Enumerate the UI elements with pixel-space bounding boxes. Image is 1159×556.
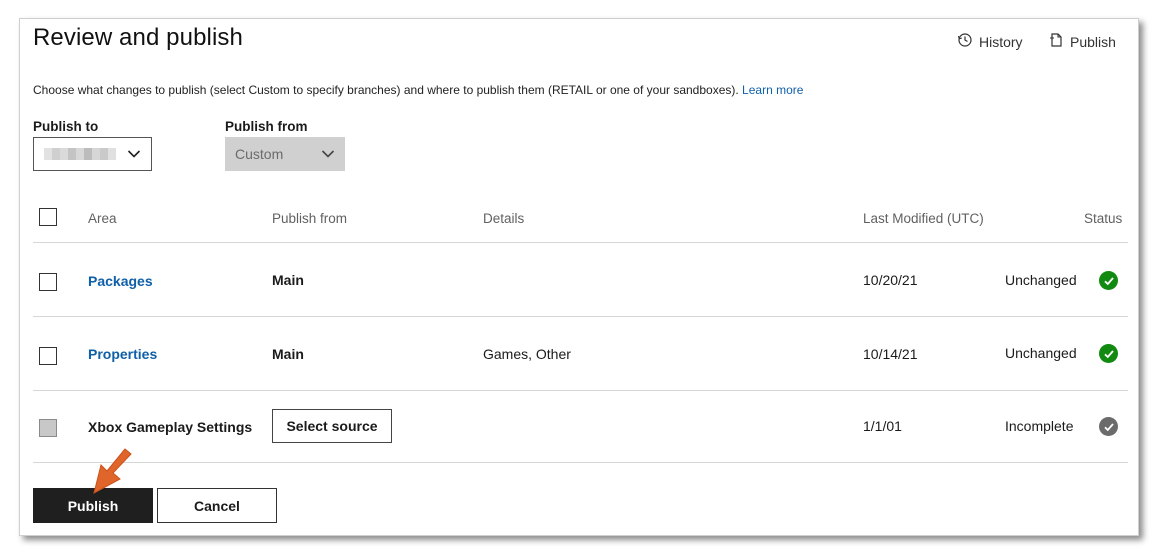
row-checkbox-properties[interactable] [39,347,57,365]
publish-to-label: Publish to [33,119,99,134]
status-text: Unchanged [1005,272,1077,288]
history-icon [957,32,973,51]
last-modified-value: 10/20/21 [863,272,918,288]
description: Choose what changes to publish (select C… [33,83,803,97]
learn-more-link[interactable]: Learn more [742,83,803,97]
description-text: Choose what changes to publish (select C… [33,83,739,97]
review-publish-panel: Review and publish History Publish Choos… [19,18,1139,536]
area-link-properties[interactable]: Properties [88,346,157,362]
area-label-xbox-gameplay-settings: Xbox Gameplay Settings [88,419,253,435]
redacted-value [44,148,116,160]
row-divider [33,242,1128,243]
checkmark-icon [1099,417,1118,436]
chevron-down-icon [321,146,335,162]
annotation-arrow-icon [93,448,132,494]
publish-link-label: Publish [1070,33,1116,50]
row-divider [33,462,1128,463]
page-title: Review and publish [33,24,243,51]
area-link-packages[interactable]: Packages [88,273,153,289]
column-header-area: Area [88,211,117,226]
column-header-last-modified: Last Modified (UTC) [863,211,984,226]
document-icon [1048,32,1064,51]
last-modified-value: 1/1/01 [863,418,902,434]
publish-from-dropdown[interactable]: Custom [225,137,345,171]
publish-from-label: Publish from [225,119,308,134]
details-value: Games, Other [483,346,571,362]
checkmark-icon [1099,344,1118,363]
select-all-checkbox[interactable] [39,208,57,226]
history-label: History [979,33,1023,50]
publish-from-value: Main [272,346,304,362]
chevron-down-icon [127,146,141,162]
row-checkbox-packages[interactable] [39,273,57,291]
publish-from-value: Main [272,272,304,288]
status-text: Unchanged [1005,345,1077,361]
column-header-publish-from: Publish from [272,211,348,226]
column-header-status: Status [1084,211,1123,226]
publish-to-dropdown[interactable] [33,137,152,171]
checkmark-icon [1099,271,1118,290]
column-header-details: Details [483,211,525,226]
row-divider [33,390,1128,391]
row-divider [33,316,1128,317]
publish-link[interactable]: Publish [1048,32,1116,51]
history-link[interactable]: History [957,32,1023,51]
last-modified-value: 10/14/21 [863,346,918,362]
row-checkbox-xbox-gameplay-settings [39,419,57,437]
publish-from-value: Custom [235,146,284,162]
select-source-button[interactable]: Select source [272,409,392,443]
status-text: Incomplete [1005,418,1074,434]
cancel-button[interactable]: Cancel [157,488,277,523]
